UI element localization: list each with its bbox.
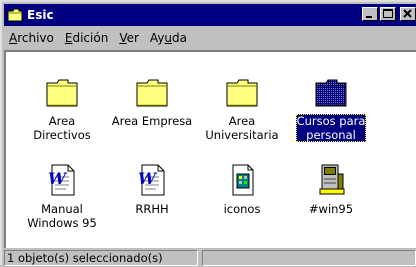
file-item[interactable]: Area Empresa: [107, 74, 197, 128]
status-bar: 1 objeto(s) seleccionado(s): [4, 249, 416, 267]
folder-icon: [224, 74, 260, 110]
menu-edicin[interactable]: Edición: [60, 31, 114, 45]
file-item-label: Cursos para personal: [295, 114, 367, 142]
file-item-label: #win95: [308, 202, 354, 216]
file-item-label: Area Directivos: [33, 114, 91, 142]
minimize-icon: [366, 16, 372, 18]
menu-bar: Archivo Edición Ver Ayuda: [4, 28, 416, 48]
status-text: 1 objeto(s) seleccionado(s): [4, 250, 198, 266]
menu-ayuda[interactable]: Ayuda: [145, 31, 193, 45]
title-bar[interactable]: Esic: [4, 4, 416, 26]
folder-icon: [7, 8, 23, 22]
file-item[interactable]: W Manual Windows 95: [17, 162, 107, 230]
word-document-icon: W: [134, 162, 170, 198]
status-panel: [202, 250, 416, 266]
file-item[interactable]: iconos: [197, 162, 287, 216]
menu-archivo[interactable]: Archivo: [4, 31, 60, 45]
window-title: Esic: [27, 8, 54, 22]
menu-ver[interactable]: Ver: [114, 31, 145, 45]
file-item[interactable]: #win95: [286, 162, 376, 216]
file-item-label: Manual Windows 95: [27, 202, 97, 230]
file-item-label: Area Empresa: [111, 114, 193, 128]
file-item[interactable]: Cursos para personal: [286, 74, 376, 142]
explorer-window: Esic Archivo Edición Ver Ayuda Area Directi…: [0, 0, 416, 267]
file-item[interactable]: Area Directivos: [17, 74, 107, 142]
word-document-icon: W: [44, 162, 80, 198]
svg-text:W: W: [48, 169, 68, 188]
minimize-button[interactable]: [362, 7, 378, 21]
folder-icon: [134, 74, 170, 110]
file-item[interactable]: Area Universitaria: [197, 74, 287, 142]
file-view[interactable]: Area Directivos Area Empresa Area Universi…: [4, 50, 416, 248]
setup-file-icon: [313, 162, 349, 198]
svg-text:W: W: [138, 169, 158, 188]
maximize-icon: [383, 9, 393, 18]
close-button[interactable]: [400, 7, 416, 21]
close-icon: [403, 9, 412, 18]
image-file-icon: [224, 162, 260, 198]
folder-icon: [44, 74, 80, 110]
folder-icon: [313, 74, 349, 110]
maximize-button[interactable]: [380, 7, 396, 21]
file-item-label: RRHH: [135, 202, 169, 216]
file-item-label: iconos: [223, 202, 261, 216]
file-item[interactable]: W RRHH: [107, 162, 197, 216]
file-item-label: Area Universitaria: [205, 114, 279, 142]
